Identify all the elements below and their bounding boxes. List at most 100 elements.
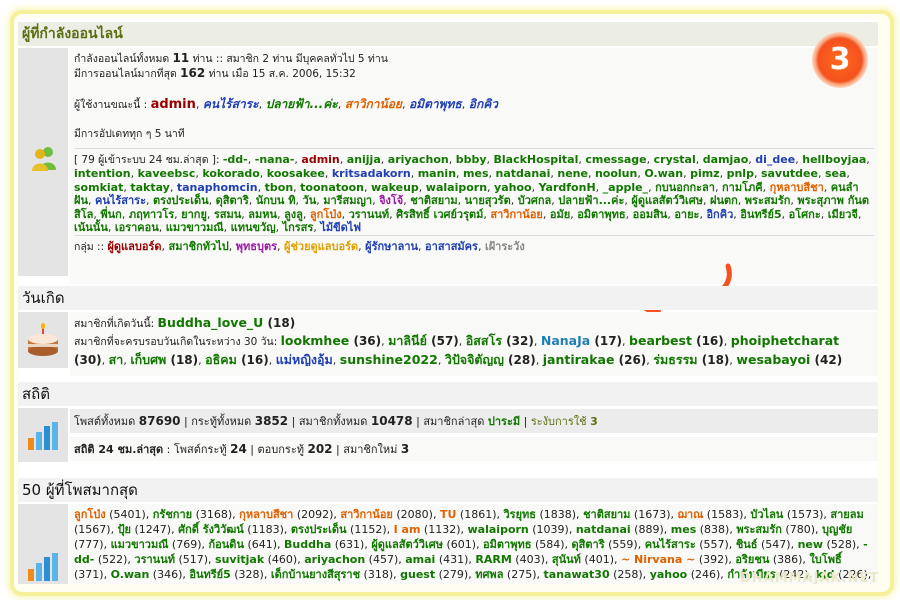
recent-user-link[interactable]: tanaphomcin	[177, 181, 258, 194]
top-poster-link[interactable]: กรัชกาย	[153, 508, 192, 521]
recent-user-link[interactable]: admin	[301, 153, 339, 166]
top-poster-link[interactable]: ลูกโป่ง	[74, 508, 106, 521]
birthday-user-link[interactable]: ร่มธรรม	[653, 352, 697, 366]
recent-user-link[interactable]: ผู้ดูแลสัตว์วิเศษ	[631, 194, 703, 207]
recent-user-link[interactable]: cmessage	[585, 153, 646, 166]
recent-user-link[interactable]: ดุสิตาริ	[216, 194, 249, 207]
birthday-user-link[interactable]: wesabayoi	[736, 352, 810, 366]
recent-user-link[interactable]: taktay	[130, 181, 170, 194]
recent-user-link[interactable]: ไม้ขีดไฟ	[320, 221, 361, 233]
recent-user-link[interactable]: กามโภคี	[722, 181, 763, 194]
top-poster-link[interactable]: natdanai	[576, 523, 631, 536]
group-link[interactable]: อาสาสมัคร	[425, 240, 478, 253]
recent-user-link[interactable]: แทนขวัญ	[231, 221, 276, 233]
recent-user-link[interactable]: อโศกะ	[789, 208, 821, 221]
birthday-user-link[interactable]: อธิคม	[205, 352, 237, 366]
current-user-link[interactable]: คนไร้สาระ	[203, 97, 259, 111]
top-poster-link[interactable]: วรานนท์	[134, 553, 175, 566]
top-poster-link[interactable]: new	[798, 538, 823, 551]
recent-user-link[interactable]: mes	[463, 167, 488, 180]
top-poster-link[interactable]: ผู้ดูแลสัตว์วิเศษ	[371, 538, 443, 551]
recent-user-link[interactable]: manin	[418, 167, 456, 180]
group-link[interactable]: ผู้ช่วยดูแลบอร์ด	[284, 240, 358, 253]
recent-user-link[interactable]: กบนอกกะลา	[655, 181, 715, 194]
top-poster-link[interactable]: tanawat30	[544, 568, 610, 581]
top-poster-link[interactable]: ก้อนดิน	[209, 538, 244, 551]
group-link[interactable]: สมาชิกทั่วไป	[169, 240, 229, 253]
top-poster-link[interactable]: อินทรีย์5	[189, 568, 230, 581]
recent-user-link[interactable]: พี่นก	[100, 208, 121, 221]
top-poster-link[interactable]: RARM	[475, 553, 511, 566]
birthday-user-link[interactable]: แม่หญิงอุ้ม	[276, 352, 333, 366]
recent-user-link[interactable]: pnlp	[727, 167, 754, 180]
top-poster-link[interactable]: ทศพล	[475, 568, 503, 581]
recent-user-link[interactable]: somkiat	[74, 181, 123, 194]
top-poster-link[interactable]: ชาติสยาม	[583, 508, 630, 521]
birthday-user-link[interactable]: bearbest	[629, 333, 692, 348]
recent-user-link[interactable]: ตรงประเด็น	[153, 194, 209, 207]
top-poster-link[interactable]: ariyachon	[304, 553, 365, 566]
current-user-link[interactable]: อิกคิว	[469, 97, 498, 111]
recent-user-link[interactable]: BlackHospital	[494, 153, 579, 166]
top-poster-link[interactable]: TU	[440, 508, 456, 521]
top-poster-link[interactable]: mes	[671, 523, 696, 536]
recent-user-link[interactable]: sea	[825, 167, 846, 180]
recent-user-link[interactable]: YardfonH	[539, 181, 596, 194]
recent-user-link[interactable]: kokorado	[202, 167, 259, 180]
recent-user-link[interactable]: พระสมรัก	[745, 194, 791, 207]
top-poster-link[interactable]: walaiporn	[468, 523, 529, 536]
group-link[interactable]: พุทธบุตร	[236, 240, 277, 253]
recent-user-link[interactable]: wakeup	[371, 181, 419, 194]
birthday-user-link[interactable]: NanaJa	[541, 333, 590, 348]
recent-user-link[interactable]: วัน	[303, 194, 317, 207]
top-poster-link[interactable]: O.wan	[111, 568, 150, 581]
recent-user-link[interactable]: อมิตาพุทธ	[577, 208, 625, 221]
top-poster-link[interactable]: สายลม	[830, 508, 863, 521]
recent-user-link[interactable]: ไกรสร	[283, 221, 314, 233]
recent-user-link[interactable]: อิกคิว	[706, 208, 733, 221]
recent-user-link[interactable]: ออมสิน	[633, 208, 668, 221]
top-poster-link[interactable]: ศักดิ์ รัง	[178, 523, 214, 536]
top-poster-link[interactable]: คนไร้สาระ	[645, 538, 696, 551]
recent-user-link[interactable]: kaveebsc	[138, 167, 196, 180]
top-poster-link[interactable]: สาวิกาน้อย	[340, 508, 392, 521]
top-poster-link[interactable]: ฌาณ	[678, 508, 704, 521]
top-poster-link[interactable]: ชินธ์	[736, 538, 758, 551]
birthday-user-link[interactable]: phoiphetcharat	[731, 333, 839, 348]
recent-user-link[interactable]: toonatoon	[300, 181, 364, 194]
birthday-user-link[interactable]: Buddha_love_U	[158, 316, 264, 330]
top-poster-link[interactable]: ดุสิตาริ	[572, 538, 605, 551]
birthday-user-link[interactable]: เก็บศพ	[130, 352, 166, 366]
recent-user-link[interactable]: ลมหน	[248, 208, 277, 221]
recent-user-link[interactable]: hellboyjaa	[802, 153, 866, 166]
recent-user-link[interactable]: คนไร้สาระ	[95, 194, 146, 207]
group-link[interactable]: เฝ้าระวัง	[485, 240, 525, 253]
top-poster-link[interactable]: บัวไลน	[750, 508, 783, 521]
recent-user-link[interactable]: kritsadakorn	[332, 167, 411, 180]
top-poster-link[interactable]: วิรยุทธ	[503, 508, 536, 521]
recent-user-link[interactable]: กุหลาบสีชา	[770, 181, 824, 194]
recent-user-link[interactable]: tbon	[265, 181, 294, 194]
top-poster-link[interactable]: อมิตาพุทธ	[483, 538, 531, 551]
recent-user-link[interactable]: -nana-	[255, 153, 295, 166]
birthday-user-link[interactable]: jantirakae	[543, 352, 615, 366]
recent-user-link[interactable]: บัวศกล	[518, 194, 552, 207]
group-link[interactable]: ผู้ดูแลบอร์ด	[107, 240, 161, 253]
recent-user-link[interactable]: di_dee	[755, 153, 795, 166]
top-poster-link[interactable]: บุญชัย	[822, 523, 852, 536]
current-user-link[interactable]: สาวิกาน้อย	[345, 97, 402, 111]
stats-newest-member-link[interactable]: ปาระมี	[488, 415, 520, 428]
current-user-link[interactable]: admin	[151, 97, 196, 112]
recent-user-link[interactable]: เอราคอน	[115, 221, 159, 233]
birthday-user-link[interactable]: sunshine2022	[340, 352, 438, 366]
top-poster-link[interactable]: yahoo	[650, 568, 688, 581]
recent-user-link[interactable]: เมียวจี	[828, 208, 858, 221]
top-poster-link[interactable]: suvitjak	[215, 553, 264, 566]
recent-user-link[interactable]: ศิรสิทธิ์ เวศย์วรุตม์	[396, 208, 483, 221]
recent-user-link[interactable]: นายสุวรัต	[465, 194, 511, 207]
recent-user-link[interactable]: ภฤทาวโร	[129, 208, 174, 221]
recent-user-link[interactable]: เน้นนั้น	[74, 221, 108, 233]
recent-user-link[interactable]: nene	[557, 167, 588, 180]
top-poster-link[interactable]: กุหลาบสีชา	[239, 508, 293, 521]
recent-user-link[interactable]: bbby	[456, 153, 487, 166]
